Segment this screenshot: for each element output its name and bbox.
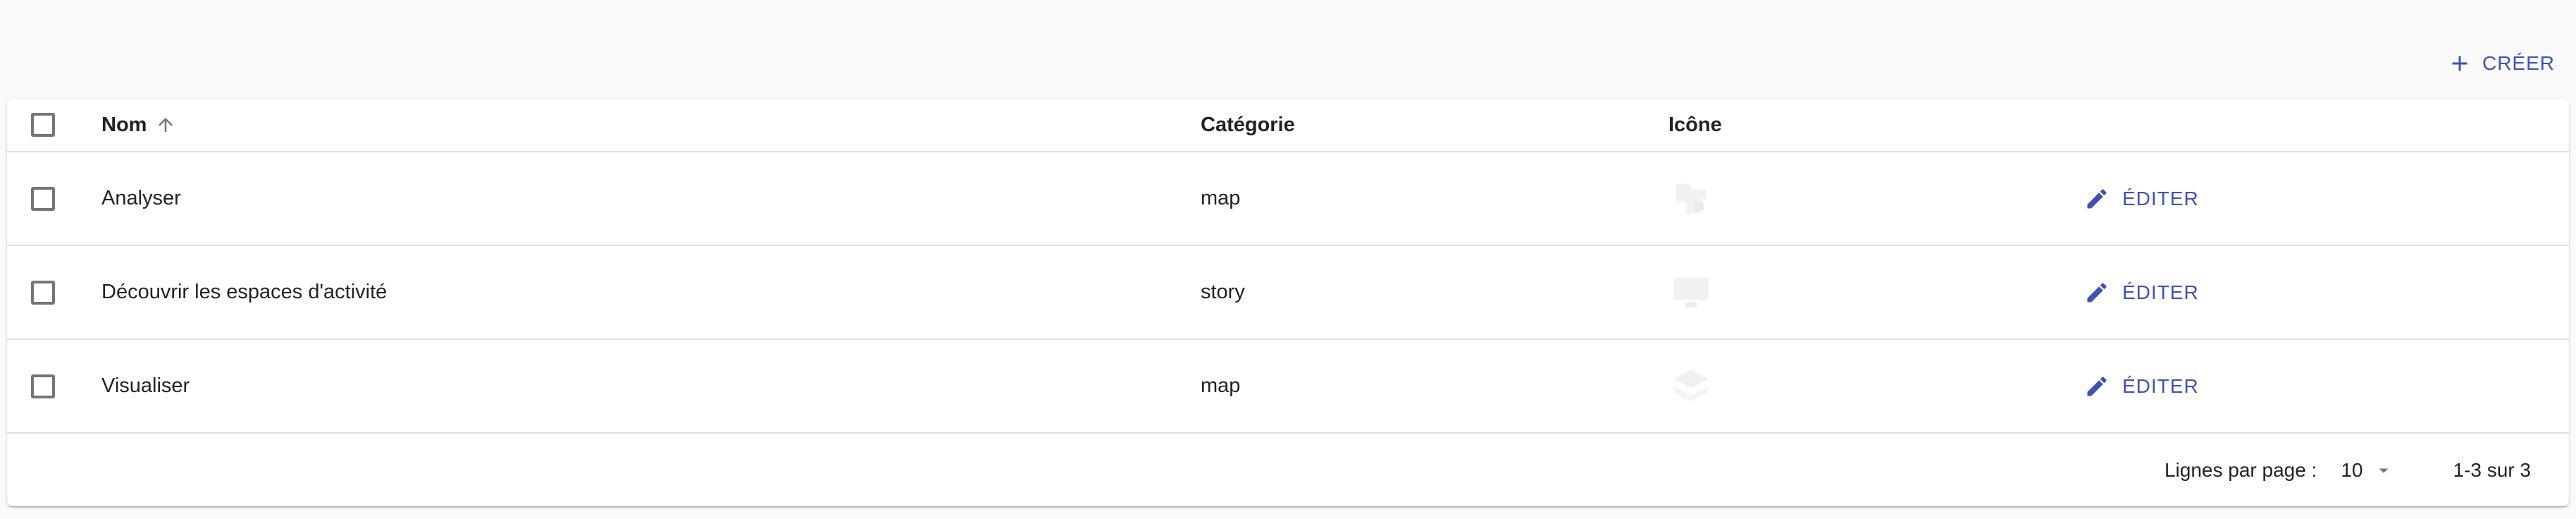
- row-checkbox[interactable]: [31, 280, 55, 305]
- rows-per-page-select[interactable]: 10: [2341, 459, 2394, 482]
- monitor-icon: [1674, 277, 1708, 307]
- column-header-category[interactable]: Catégorie: [1201, 99, 1295, 151]
- row-name: Visualiser: [101, 374, 190, 397]
- rows-per-page-label: Lignes par page :: [2164, 458, 2317, 481]
- layers-icon: [1674, 369, 1708, 401]
- column-header-icon[interactable]: Icône: [1668, 99, 1722, 151]
- row-category: map: [1201, 187, 1241, 209]
- select-all-checkbox[interactable]: [31, 113, 55, 137]
- plus-icon: [2452, 56, 2467, 71]
- pencil-icon: [2087, 376, 2107, 396]
- pencil-icon: [2087, 282, 2107, 302]
- edit-button-label: ÉDITER: [2122, 374, 2199, 397]
- dropdown-arrow-icon: [2379, 468, 2388, 473]
- row-checkbox[interactable]: [31, 186, 55, 211]
- edit-button[interactable]: ÉDITER: [2074, 367, 2209, 406]
- arrow-up-icon: [159, 118, 173, 132]
- edit-button[interactable]: ÉDITER: [2074, 273, 2209, 312]
- map-analysis-icon: [1676, 183, 1707, 214]
- list-toolbar: CRÉER: [0, 0, 2576, 99]
- row-name: Analyser: [101, 187, 181, 209]
- table-row[interactable]: Analyser map ÉDITER: [7, 152, 2569, 246]
- edit-button-label: ÉDITER: [2122, 187, 2199, 209]
- pagination-bar: Lignes par page : 10 1-3 sur 3: [7, 434, 2569, 506]
- datagrid: Nom Catégorie Icône Analyser map ÉDITER …: [7, 99, 2569, 506]
- row-name: Découvrir les espaces d'activité: [101, 281, 388, 303]
- row-category: story: [1201, 281, 1245, 303]
- edit-button-label: ÉDITER: [2122, 281, 2199, 303]
- row-checkbox[interactable]: [31, 374, 55, 398]
- edit-button[interactable]: ÉDITER: [2074, 179, 2209, 219]
- create-button[interactable]: CRÉER: [2437, 45, 2565, 82]
- table-row[interactable]: Découvrir les espaces d'activité story É…: [7, 246, 2569, 340]
- create-button-label: CRÉER: [2482, 52, 2555, 74]
- table-header-row: Nom Catégorie Icône: [7, 99, 2569, 152]
- pagination-range: 1-3 sur 3: [2453, 458, 2532, 481]
- pencil-icon: [2087, 188, 2107, 208]
- column-header-name[interactable]: Nom: [101, 99, 176, 151]
- row-category: map: [1201, 374, 1241, 397]
- table-row[interactable]: Visualiser map ÉDITER: [7, 340, 2569, 434]
- rows-per-page-value: 10: [2341, 458, 2363, 481]
- column-header-name-label: Nom: [101, 113, 147, 136]
